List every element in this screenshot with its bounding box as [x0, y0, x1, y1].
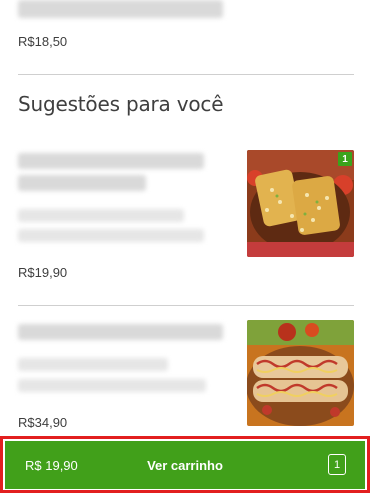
item-price: R$19,90 — [18, 265, 68, 280]
hotdog-platter-icon — [247, 320, 354, 426]
divider — [18, 74, 354, 75]
cart-count-badge: 1 — [328, 454, 346, 475]
section-title: Sugestões para você — [18, 92, 224, 116]
top-item-price: R$18,50 — [18, 34, 68, 49]
item-description-blurred — [18, 358, 168, 371]
divider — [18, 305, 354, 306]
item-name-blurred — [18, 324, 223, 340]
quantity-badge: 1 — [338, 152, 352, 166]
cart-label: Ver carrinho — [147, 457, 223, 473]
top-item-name-blurred — [18, 0, 223, 18]
item-name-blurred — [18, 153, 204, 169]
item-description-blurred — [18, 229, 204, 242]
item-name-blurred — [18, 175, 146, 191]
item-description-blurred — [18, 209, 184, 222]
view-cart-button[interactable]: R$ 19,90 Ver carrinho 1 — [5, 441, 365, 489]
item-image: 1 — [247, 150, 354, 257]
item-price: R$34,90 — [18, 415, 68, 430]
loaded-fries-dish-icon — [247, 150, 354, 257]
item-description-blurred — [18, 379, 206, 392]
item-image — [247, 320, 354, 426]
